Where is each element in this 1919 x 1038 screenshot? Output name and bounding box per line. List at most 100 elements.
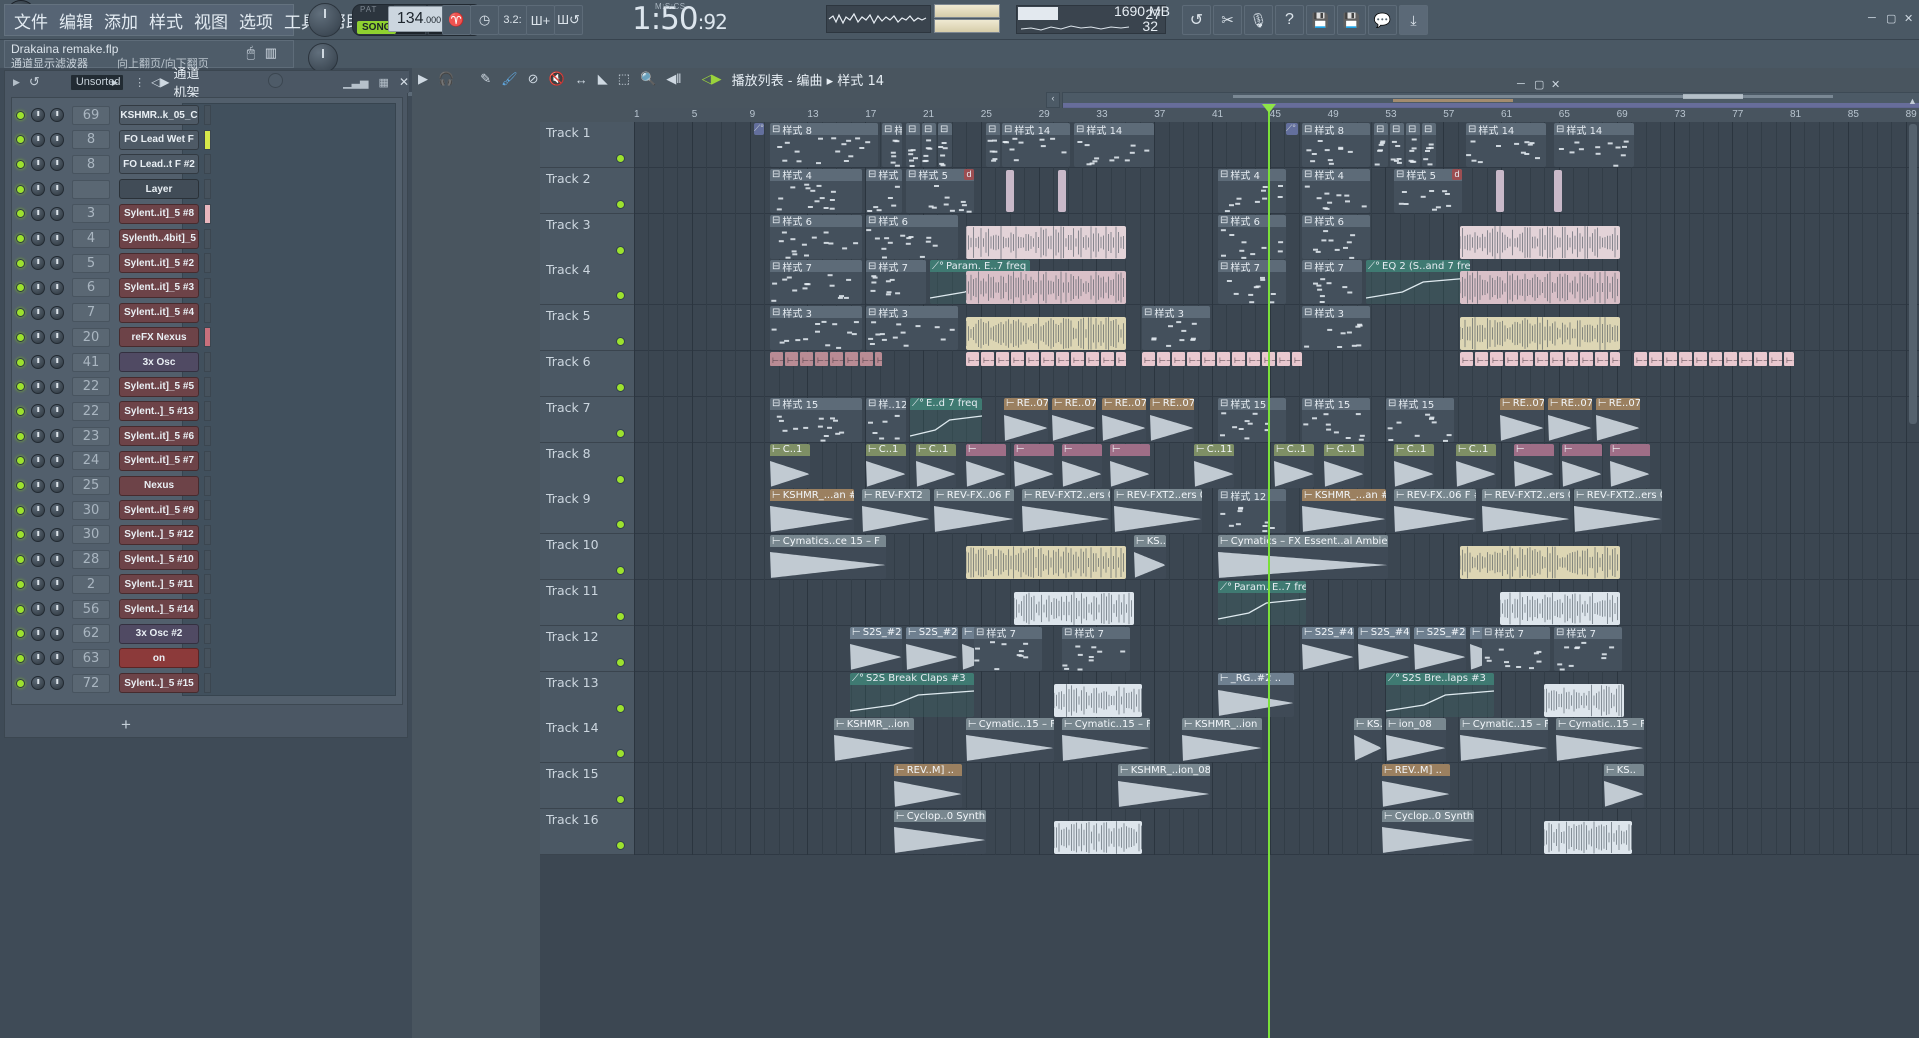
track-lane[interactable]: ⊢⊣⊢⊣⊢⊣⊢⊣⊢⊣⊢⊣⊢⊣⊢⊣⊢⊣⊢⊣⊢⊣⊢⊣⊢⊣⊢⊣⊢⊣⊢⊣⊢⊣⊢⊣⊢⊣⊢⊣…: [634, 351, 1919, 397]
channel-volume-knob[interactable]: [50, 676, 64, 690]
playlist-clip[interactable]: ⊟: [1406, 123, 1420, 167]
channel-row[interactable]: 4 Sylenth..4bit]_5: [16, 227, 211, 251]
playlist-clip[interactable]: ⊢KSHMR_...an #2: [1302, 489, 1386, 533]
track-header[interactable]: Track 6: [540, 351, 634, 397]
playlist-clip[interactable]: [1554, 170, 1562, 212]
playlist-clip[interactable]: ⊢ KSHMR_..ion: [1182, 718, 1262, 762]
playlist-clip[interactable]: ⊢: [966, 444, 1006, 488]
track-enable-led[interactable]: [616, 520, 625, 529]
headphone-icon[interactable]: 🎧: [438, 71, 454, 87]
channel-name-button[interactable]: 3x Osc #2: [119, 624, 199, 644]
menu-item-5[interactable]: 选项: [239, 8, 273, 33]
track-enable-led[interactable]: [616, 704, 625, 713]
channel-enable-led[interactable]: [16, 283, 25, 292]
track-enable-led[interactable]: [616, 795, 625, 804]
playlist-clip[interactable]: ⊟ 样式 14: [1554, 123, 1634, 167]
playback-tool-icon[interactable]: ◀‖: [666, 71, 681, 87]
track-enable-led[interactable]: [616, 246, 625, 255]
channel-name-button[interactable]: FO Lead Wet F: [119, 130, 199, 150]
playlist-clip[interactable]: ⊟样式 8: [1302, 123, 1370, 167]
playlist-clip[interactable]: [966, 546, 1126, 579]
channel-enable-led[interactable]: [16, 506, 25, 515]
playlist-clip[interactable]: ⊢KS..: [1604, 764, 1644, 808]
track-header[interactable]: Track 4: [540, 259, 634, 305]
playlist-clip[interactable]: ⊟ 样式 7: [1062, 627, 1130, 671]
channel-volume-knob[interactable]: [50, 479, 64, 493]
undo-history-button[interactable]: ↺: [1182, 5, 1211, 35]
main-menu[interactable]: 文件 编辑 添加 样式 视图 选项 工具 帮助: [4, 4, 294, 36]
channel-name-button[interactable]: 3x Osc: [119, 352, 199, 372]
channel-volume-knob[interactable]: [50, 528, 64, 542]
playlist-clip[interactable]: ⊢REV-FX..06 F #2: [1394, 489, 1476, 533]
channel-mixer-number[interactable]: 4: [72, 229, 110, 248]
playlist-clip[interactable]: ⊟ 样式 7: [770, 260, 862, 304]
track-lane[interactable]: ⊟样式 4⊟样式 4⊟样式 5d⊟样式 4⊟样式 4⊟样式 5d: [634, 168, 1919, 214]
channel-row[interactable]: 25 Nexus: [16, 474, 211, 498]
channel-pan-knob[interactable]: [31, 528, 45, 542]
save-as-button[interactable]: 💾: [1337, 5, 1366, 35]
channel-name-button[interactable]: reFX Nexus: [119, 327, 199, 347]
channel-enable-led[interactable]: [16, 481, 25, 490]
playlist-clip[interactable]: ⊢ RE..07: [1004, 398, 1048, 442]
playlist-clip[interactable]: [1460, 317, 1620, 350]
channel-name-button[interactable]: Layer: [119, 179, 199, 199]
playlist-clip[interactable]: ⊢ Cyclop..0 Synth: [894, 810, 986, 854]
playlist-clip[interactable]: ⊢ C..1: [866, 444, 906, 488]
playlist-clip[interactable]: ⊢Cymatics – FX Essent..al Ambience 15 – …: [1218, 535, 1388, 579]
channel-enable-led[interactable]: [16, 382, 25, 391]
track-header[interactable]: Track 14: [540, 717, 634, 763]
track-lane[interactable]: ⊢ Cyclop..0 Synth ⊢ Cyclop..0 Synth: [634, 809, 1919, 855]
channel-enable-led[interactable]: [16, 111, 25, 120]
channel-pan-knob[interactable]: [31, 330, 45, 344]
channel-volume-knob[interactable]: [50, 108, 64, 122]
playlist-clip[interactable]: ⊢ RE..07: [1102, 398, 1146, 442]
track-enable-led[interactable]: [616, 200, 625, 209]
scroll-up-icon[interactable]: ▲: [1908, 96, 1917, 106]
export-button[interactable]: ⤓: [1399, 5, 1428, 35]
delete-tool-icon[interactable]: ⊘: [528, 71, 539, 87]
playlist-clip[interactable]: ⊟ 样式 3: [1142, 306, 1210, 350]
channel-mixer-number[interactable]: 22: [72, 377, 110, 396]
channel-name-button[interactable]: Sylent..]_5 #13: [119, 401, 199, 421]
playlist-clip[interactable]: ⊟ 样式 7: [1482, 627, 1550, 671]
channel-row[interactable]: 56 Sylent..]_5 #14: [16, 597, 211, 621]
playlist-clip[interactable]: ⊢ S2S_#4: [1302, 627, 1354, 671]
playlist-clip[interactable]: ⊢: [1062, 444, 1102, 488]
track-enable-led[interactable]: [616, 291, 625, 300]
channel-name-button[interactable]: Sylent..it]_5 #3: [119, 278, 199, 298]
channel-enable-led[interactable]: [16, 407, 25, 416]
playlist-clip[interactable]: ⊟ 样式 6: [866, 215, 958, 259]
track-header[interactable]: Track 10: [540, 534, 634, 580]
playlist-clip[interactable]: ⊢ C..1: [1456, 444, 1496, 488]
playlist-clip[interactable]: ⊟ 样式 12: [1218, 489, 1286, 533]
playlist-clip[interactable]: ⊟ 样式 7: [974, 627, 1042, 671]
pattern-song-toggle[interactable]: PAT SONG: [356, 5, 392, 35]
playlist-clip[interactable]: ⟋°: [754, 123, 764, 135]
channel-pan-knob[interactable]: [31, 602, 45, 616]
playlist-clip[interactable]: ⊢Cymatic..15 – F #2: [1460, 718, 1548, 762]
channel-enable-led[interactable]: [16, 432, 25, 441]
playlist-clip[interactable]: ⊢ C..1: [1394, 444, 1434, 488]
channel-name-button[interactable]: Sylent..it]_5 #6: [119, 426, 199, 446]
playlist-overview-strip[interactable]: [1062, 92, 1919, 108]
track-lane[interactable]: ⊢ Cymatics..ce 15 – F ⊢ KS.. ⊢ Cymatics – FX …: [634, 534, 1919, 580]
track-enable-led[interactable]: [616, 154, 625, 163]
channel-enable-led[interactable]: [16, 234, 25, 243]
playlist-clip[interactable]: [1058, 170, 1066, 212]
channel-pan-knob[interactable]: [31, 503, 45, 517]
channel-mixer-number[interactable]: 2: [72, 575, 110, 594]
playlist-clip[interactable]: ⟋° S2S Bre..laps #3: [1386, 673, 1494, 717]
playlist-clip[interactable]: ⊢ C..11: [1194, 444, 1234, 488]
channel-volume-knob[interactable]: [50, 355, 64, 369]
channel-mixer-number[interactable]: 3: [72, 204, 110, 223]
channel-enable-led[interactable]: [16, 456, 25, 465]
channel-mixer-number[interactable]: 56: [72, 600, 110, 619]
playlist-clip[interactable]: [1500, 592, 1620, 625]
channel-volume-knob[interactable]: [50, 503, 64, 517]
channel-mixer-number[interactable]: 30: [72, 501, 110, 520]
channel-volume-knob[interactable]: [50, 256, 64, 270]
channel-mixer-number[interactable]: 23: [72, 427, 110, 446]
playlist-maximize-button[interactable]: ▢: [1534, 78, 1544, 91]
playlist-clip[interactable]: ⊢ RE..07: [1052, 398, 1096, 442]
channel-enable-led[interactable]: [16, 555, 25, 564]
